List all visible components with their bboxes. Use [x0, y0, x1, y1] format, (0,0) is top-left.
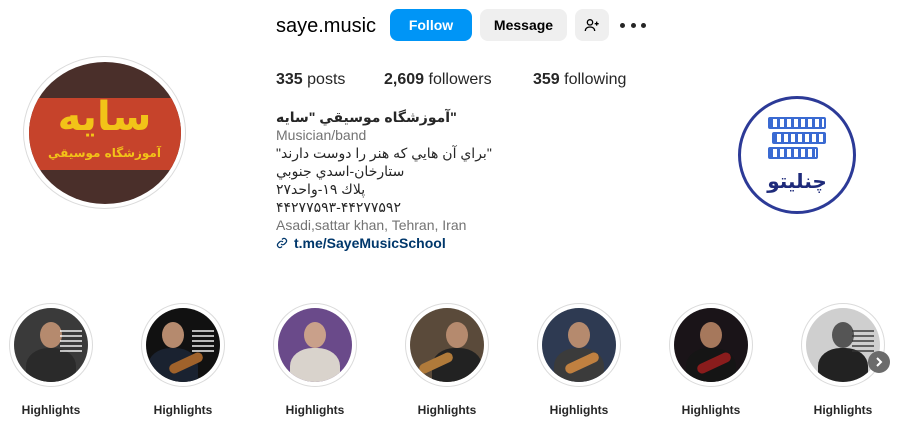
suggest-accounts-button[interactable]	[575, 9, 609, 41]
brand-badge-image: چنلیتو	[738, 96, 856, 214]
message-button[interactable]: Message	[480, 9, 567, 41]
highlight-image	[146, 308, 220, 382]
highlight-label: Highlights	[813, 403, 873, 417]
highlight-label: Highlights	[285, 403, 345, 417]
bio-line: ستارخان-اسدي جنوبي	[276, 163, 405, 179]
more-options-button[interactable]	[620, 13, 646, 37]
highlight-label: Highlights	[681, 403, 741, 417]
chevron-right-icon	[876, 357, 883, 367]
highlight-item[interactable]: Highlights	[405, 303, 489, 417]
highlight-label: Highlights	[417, 403, 477, 417]
highlight-cover[interactable]	[9, 303, 93, 387]
avatar-logo-subtext: آموزشگاه موسيقي	[48, 145, 161, 160]
highlight-image	[278, 308, 352, 382]
profile-category: Musician/band	[276, 127, 367, 143]
highlight-item[interactable]: Highlights	[537, 303, 621, 417]
highlight-label: Highlights	[153, 403, 213, 417]
highlight-cover[interactable]	[141, 303, 225, 387]
posts-count: 335 posts	[276, 71, 345, 89]
highlight-item[interactable]: Highlights	[9, 303, 93, 417]
profile-bio: آموزشگاه موسيقي "سايه" Musician/band "بر…	[276, 108, 576, 252]
following-label: following	[564, 71, 627, 88]
badge-logo-text: چنلیتو	[767, 169, 827, 193]
highlight-cover[interactable]	[669, 303, 753, 387]
highlight-image	[410, 308, 484, 382]
highlight-cover[interactable]	[537, 303, 621, 387]
bio-line: "براي آن هايي که هنر را دوست دارند"	[276, 145, 492, 161]
highlights-next-button[interactable]	[868, 351, 890, 373]
highlight-cover[interactable]	[801, 303, 885, 387]
bio-line: پلاك ۱۹-واحد۲۷	[276, 181, 366, 197]
bio-line: ۴۴۲۷۷۵۹۳-۴۴۲۷۷۵۹۲	[276, 199, 401, 215]
followers-number: 2,609	[384, 71, 425, 88]
highlight-item[interactable]: Highlights	[141, 303, 225, 417]
highlight-item[interactable]: Highlights	[669, 303, 753, 417]
following-number: 359	[533, 71, 560, 88]
followers-count[interactable]: 2,609 followers	[384, 71, 492, 89]
highlight-image	[674, 308, 748, 382]
highlight-label: Highlights	[549, 403, 609, 417]
profile-avatar[interactable]: سایه آموزشگاه موسيقي	[23, 56, 186, 209]
following-count[interactable]: 359 following	[533, 71, 626, 89]
highlight-label: Highlights	[21, 403, 81, 417]
follow-button[interactable]: Follow	[390, 9, 472, 41]
more-dots-icon	[620, 22, 625, 28]
avatar-image: سایه آموزشگاه موسيقي	[28, 61, 181, 204]
highlight-cover[interactable]	[405, 303, 489, 387]
highlight-image	[14, 308, 88, 382]
highlight-image	[806, 308, 880, 382]
highlight-item[interactable]: Highlights	[273, 303, 357, 417]
followers-label: followers	[428, 71, 492, 88]
add-person-icon	[584, 19, 599, 32]
profile-name: آموزشگاه موسيقي "سايه"	[276, 109, 457, 125]
profile-link-text: t.me/SayeMusicSchool	[294, 235, 446, 251]
highlight-cover[interactable]	[273, 303, 357, 387]
highlight-image	[542, 308, 616, 382]
posts-label: posts	[307, 71, 346, 88]
posts-number: 335	[276, 71, 303, 88]
profile-address: Asadi,sattar khan, Tehran, Iran	[276, 217, 467, 233]
username: saye.music	[276, 15, 377, 37]
link-icon	[276, 237, 288, 249]
profile-link[interactable]: t.me/SayeMusicSchool	[276, 234, 576, 252]
server-stack-icon	[768, 117, 826, 162]
avatar-logo-text: سایه	[57, 93, 152, 140]
